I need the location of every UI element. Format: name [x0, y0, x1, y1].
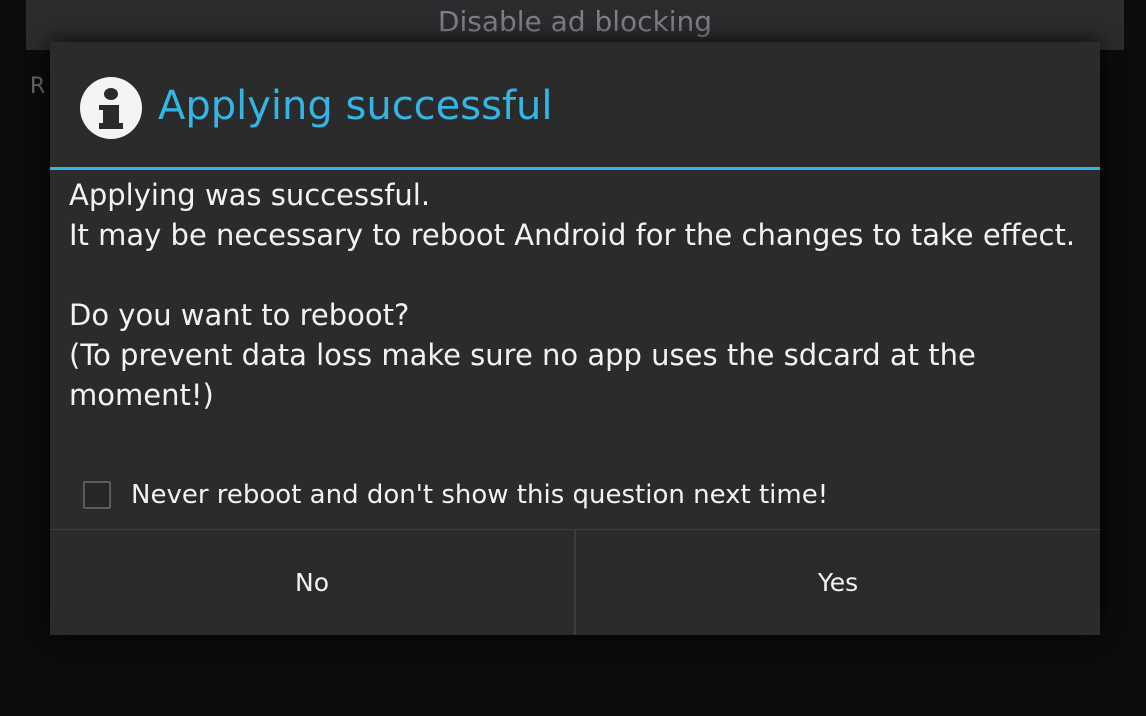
never-reboot-checkbox[interactable] — [83, 481, 111, 509]
message-line: (To prevent data loss make sure no app u… — [69, 338, 976, 412]
never-reboot-option[interactable]: Never reboot and don't show this questio… — [83, 475, 828, 515]
applying-successful-dialog: Applying successful Applying was success… — [50, 42, 1100, 635]
dialog-button-bar: No Yes — [50, 529, 1100, 635]
message-line: Do you want to reboot? — [69, 298, 410, 332]
yes-button[interactable]: Yes — [576, 530, 1100, 635]
dialog-title: Applying successful — [158, 83, 553, 129]
no-button[interactable]: No — [50, 530, 574, 635]
info-icon — [80, 77, 142, 139]
screen: Disable ad blocking R Applying successfu… — [0, 0, 1146, 716]
message-line: It may be necessary to reboot Android fo… — [69, 218, 1076, 252]
dialog-header: Applying successful — [50, 42, 1100, 170]
message-line: Applying was successful. — [69, 178, 431, 212]
never-reboot-label[interactable]: Never reboot and don't show this questio… — [131, 475, 828, 515]
background-label: R — [30, 74, 46, 99]
dialog-message: Applying was successful. It may be neces… — [69, 175, 1084, 415]
